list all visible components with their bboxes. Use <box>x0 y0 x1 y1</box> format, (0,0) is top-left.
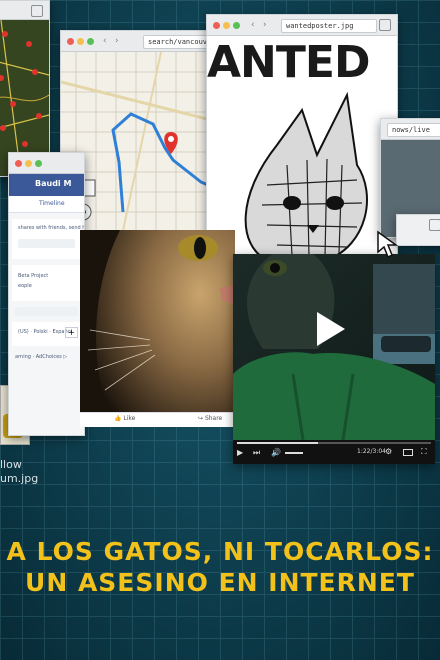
add-language-button[interactable]: + <box>65 327 78 338</box>
back-icon[interactable]: ‹ <box>103 36 107 46</box>
right-url-field[interactable]: nows/live <box>387 123 440 137</box>
play-button-icon[interactable]: ▶ <box>237 448 243 457</box>
time-readout: 1:22/3:04 <box>357 448 386 455</box>
maximize-dot[interactable] <box>87 38 94 45</box>
back-icon[interactable]: ‹ <box>251 20 255 30</box>
miniplayer-icon[interactable] <box>403 449 413 456</box>
next-icon[interactable]: ⏭ <box>253 448 260 458</box>
close-dot[interactable] <box>67 38 74 45</box>
adchoices-text[interactable]: arning · AdChoices ▷ <box>9 352 84 362</box>
satellite-map-window <box>0 0 50 177</box>
file-caption: llow um.jpg <box>0 458 38 486</box>
forward-icon[interactable]: › <box>263 20 267 30</box>
file-caption-line1: llow <box>0 458 22 471</box>
forward-icon[interactable]: › <box>115 36 119 46</box>
tab-icon[interactable] <box>429 219 440 231</box>
settings-icon[interactable]: ⚙ <box>385 447 392 456</box>
timeline-tab[interactable]: Timeline <box>39 200 65 207</box>
volume-icon[interactable]: 🔊 <box>271 448 281 457</box>
volume-slider[interactable] <box>285 452 303 454</box>
project-text[interactable]: Beta Project <box>12 265 81 281</box>
progress-fill <box>237 442 319 444</box>
profile-name[interactable]: Baudi M <box>35 179 71 188</box>
people-text[interactable]: eople <box>12 281 81 291</box>
small-window <box>396 214 440 246</box>
progress-track[interactable] <box>237 442 431 444</box>
title-line-1: A LOS GATOS, NI TOCARLOS: <box>6 537 434 566</box>
wanted-heading: ANTED <box>207 37 370 88</box>
facebook-header: Baudi M <box>9 174 84 196</box>
cursor-icon <box>377 230 399 259</box>
share-button[interactable]: ↪ Share <box>198 415 222 422</box>
like-button[interactable]: 👍 Like <box>114 415 135 422</box>
facebook-window: Baudi M Timeline shares with friends, se… <box>8 152 85 436</box>
title-line-2: UN ASESINO EN INTERNET <box>25 568 415 597</box>
cat-sketch-illustration <box>244 91 368 257</box>
tab-icon[interactable] <box>379 19 391 31</box>
minimize-dot[interactable] <box>77 38 84 45</box>
video-controls: ▶ ⏭ 🔊 1:22/3:04 ⚙ ⛶ <box>233 440 435 464</box>
fullscreen-icon[interactable]: ⛶ <box>421 447 427 457</box>
post-text: shares with friends, send her a f <box>18 225 84 231</box>
video-frame <box>233 254 435 441</box>
file-caption-line2: um.jpg <box>0 472 39 485</box>
cat-photo <box>80 230 235 412</box>
video-player: ▶ ⏭ 🔊 1:22/3:04 ⚙ ⛶ <box>233 254 435 464</box>
tab-icon[interactable] <box>31 5 43 17</box>
wanted-url-field[interactable]: wantedposter.jpg <box>281 19 377 33</box>
facebook-action-bar: 👍 Like ↪ Share <box>80 412 235 427</box>
wanted-poster-window: ‹ › wantedposter.jpg ANTED <box>206 14 398 258</box>
poster: llow um.jpg ‹ › search/vancouver Baudi M… <box>0 0 440 660</box>
